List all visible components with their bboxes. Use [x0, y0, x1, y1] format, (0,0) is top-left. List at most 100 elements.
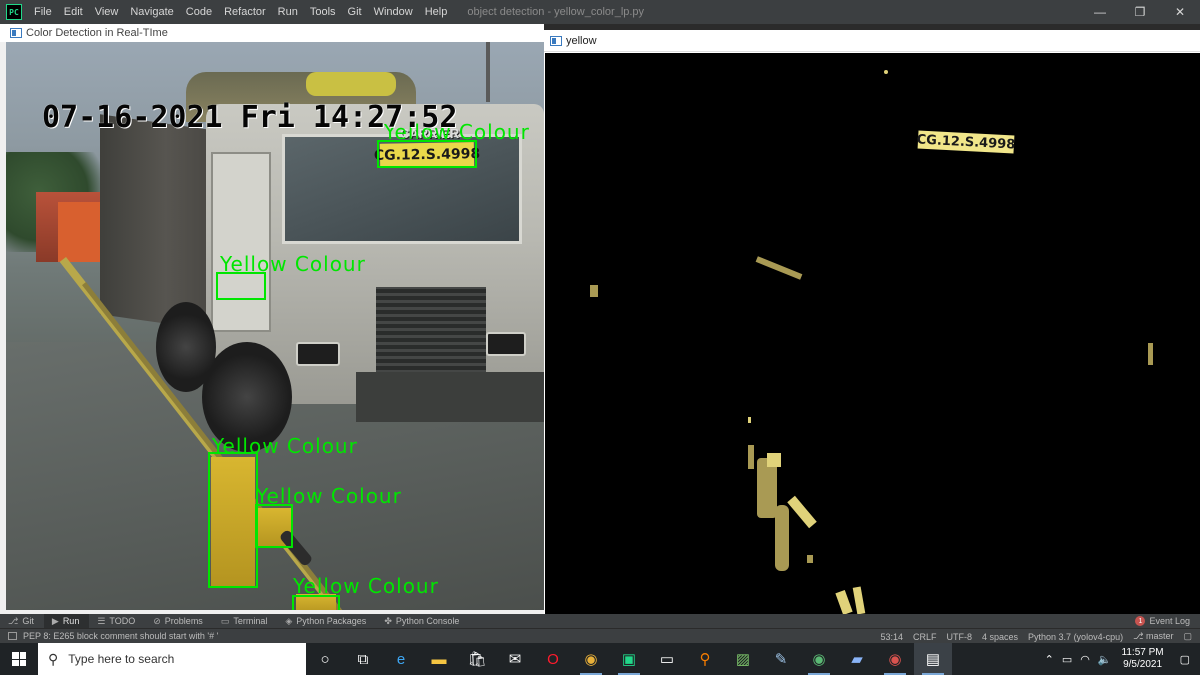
truck-load-tarp	[306, 72, 396, 96]
battery-icon[interactable]: ▭	[1062, 653, 1072, 666]
python-interpreter[interactable]: Python 3.7 (yolov4-cpu)	[1028, 632, 1123, 642]
tab-todo[interactable]: ☰ TODO	[89, 614, 145, 628]
menu-run[interactable]: Run	[272, 0, 304, 24]
menu-view[interactable]: View	[89, 0, 125, 24]
menu-help[interactable]: Help	[419, 0, 454, 24]
notes-app-icon[interactable]: ▰	[838, 643, 876, 675]
start-button[interactable]	[0, 643, 38, 675]
store-icon[interactable]: 🛍	[458, 643, 496, 675]
tab-run[interactable]: ▶ Run	[43, 614, 90, 628]
camera-frame: CARRIER CG.12.S.4998 Yellow Colour Yello…	[6, 42, 544, 610]
mask-blob	[757, 458, 777, 518]
mail-icon[interactable]: ✉	[496, 643, 534, 675]
tab-terminal[interactable]: ▭ Terminal	[213, 614, 278, 628]
git-icon: ⎇	[8, 615, 19, 626]
tool-app-icon[interactable]: ✎	[762, 643, 800, 675]
notifications-icon[interactable]: ▢	[1180, 653, 1190, 666]
system-clock[interactable]: 11:57 PM 9/5/2021	[1122, 647, 1164, 671]
panel-toggle-icon[interactable]	[8, 632, 17, 640]
tab-problems[interactable]: ⊘ Problems	[145, 614, 213, 628]
truck-cargo-bed	[100, 114, 210, 330]
terminal-app-icon[interactable]: ▭	[648, 643, 686, 675]
mask-blob	[590, 285, 598, 297]
search-app-icon[interactable]: ⚲	[686, 643, 724, 675]
menu-navigate[interactable]: Navigate	[124, 0, 179, 24]
event-count-badge: 1	[1135, 616, 1146, 626]
mask-blob	[852, 586, 866, 614]
mask-blob	[767, 453, 781, 467]
tab-label: Python Packages	[296, 616, 367, 626]
color-detection-title: Color Detection in Real-TIme	[26, 27, 168, 39]
taskbar-search[interactable]: ⚲ Type here to search	[38, 643, 306, 675]
show-hidden-icons[interactable]: ⌃	[1045, 653, 1054, 666]
cortana-icon[interactable]: ○	[306, 643, 344, 675]
opencv-taskbar-icon[interactable]: ▤	[914, 643, 952, 675]
restore-button[interactable]: ❐	[1120, 0, 1160, 24]
menu-window[interactable]: Window	[368, 0, 419, 24]
desktop: PC File Edit View Navigate Code Refactor…	[0, 0, 1200, 675]
frame-timestamp: 07-16-2021 Fri 14:27:52	[42, 100, 458, 135]
git-branch[interactable]: ⎇ master	[1133, 631, 1173, 642]
truck-grille	[376, 287, 486, 377]
mask-blob	[775, 505, 789, 571]
windows-logo-icon	[12, 652, 26, 666]
edge-icon[interactable]: e	[382, 643, 420, 675]
task-view-icon[interactable]: ⧉	[344, 643, 382, 675]
run-icon: ▶	[51, 615, 59, 626]
pycharm-taskbar-icon[interactable]: ▣	[610, 643, 648, 675]
yellow-mask-titlebar[interactable]: yellow	[544, 30, 1200, 52]
event-log-button[interactable]: 1 Event Log	[1135, 614, 1190, 628]
ide-window-title: object detection - yellow_color_lp.py	[467, 6, 645, 18]
inspection-message: PEP 8: E265 block comment should start w…	[23, 631, 219, 641]
chrome-profile-2-icon[interactable]: ◉	[876, 643, 914, 675]
tab-label: Python Console	[395, 616, 460, 626]
mask-blob	[807, 555, 813, 563]
file-encoding[interactable]: UTF-8	[947, 632, 973, 642]
detection-label: Yellow Colour	[220, 252, 366, 276]
truck-door	[211, 152, 271, 332]
tab-git[interactable]: ⎇ Git	[0, 614, 44, 628]
windows-taskbar: ⚲ Type here to search ○ ⧉ e ▬ 🛍 ✉ O ◉ ▣ …	[0, 643, 1200, 675]
wifi-icon[interactable]: ◠	[1080, 653, 1090, 666]
volume-icon[interactable]: 🔈	[1098, 653, 1112, 666]
close-button[interactable]: ✕	[1160, 0, 1200, 24]
tab-label: Run	[62, 616, 80, 626]
detection-box	[255, 504, 293, 548]
mask-license-plate: CG.12.S.4998	[916, 130, 1016, 154]
caret-position[interactable]: 53:14	[880, 632, 903, 642]
tab-python-packages[interactable]: ◈ Python Packages	[277, 614, 376, 628]
color-detection-window[interactable]: Color Detection in Real-TIme CARRIER CG.…	[0, 24, 544, 614]
python-console-icon: ✤	[384, 615, 392, 626]
indent-setting[interactable]: 4 spaces	[982, 632, 1018, 642]
menu-code[interactable]: Code	[180, 0, 218, 24]
menu-file[interactable]: File	[28, 0, 58, 24]
tool-window-bar: ⎇ Git ▶ Run ☰ TODO ⊘ Problems ▭ Terminal ◈ Pyt…	[0, 614, 1200, 628]
opencv-window-icon	[10, 28, 22, 38]
color-detection-titlebar[interactable]: Color Detection in Real-TIme	[0, 24, 544, 42]
yellow-mask-title: yellow	[566, 34, 597, 47]
detection-label: Yellow Colour	[212, 434, 358, 458]
detection-label: Yellow Colour	[293, 574, 439, 598]
mask-blob	[755, 256, 803, 280]
truck-headlamp	[486, 332, 526, 356]
menu-git[interactable]: Git	[342, 0, 368, 24]
chrome-icon[interactable]: ◉	[572, 643, 610, 675]
yellow-mask-window[interactable]: yellow CG.12.S.4998	[544, 30, 1200, 614]
problems-icon: ⊘	[153, 615, 161, 626]
opera-icon[interactable]: O	[534, 643, 572, 675]
file-explorer-icon[interactable]: ▬	[420, 643, 458, 675]
minimize-button[interactable]: —	[1080, 0, 1120, 24]
lock-icon[interactable]: ▢	[1183, 631, 1192, 642]
mask-blob	[787, 495, 817, 529]
truck-headlamp	[296, 342, 340, 366]
status-message[interactable]: PEP 8: E265 block comment should start w…	[8, 631, 218, 641]
menu-edit[interactable]: Edit	[58, 0, 89, 24]
tab-python-console[interactable]: ✤ Python Console	[376, 614, 469, 628]
opencv-window-icon	[550, 35, 562, 46]
line-separator[interactable]: CRLF	[913, 632, 937, 642]
chrome-profile-icon[interactable]: ◉	[800, 643, 838, 675]
menu-refactor[interactable]: Refactor	[218, 0, 272, 24]
image-editor-icon[interactable]: ▨	[724, 643, 762, 675]
event-log-label: Event Log	[1149, 616, 1190, 626]
menu-tools[interactable]: Tools	[304, 0, 342, 24]
